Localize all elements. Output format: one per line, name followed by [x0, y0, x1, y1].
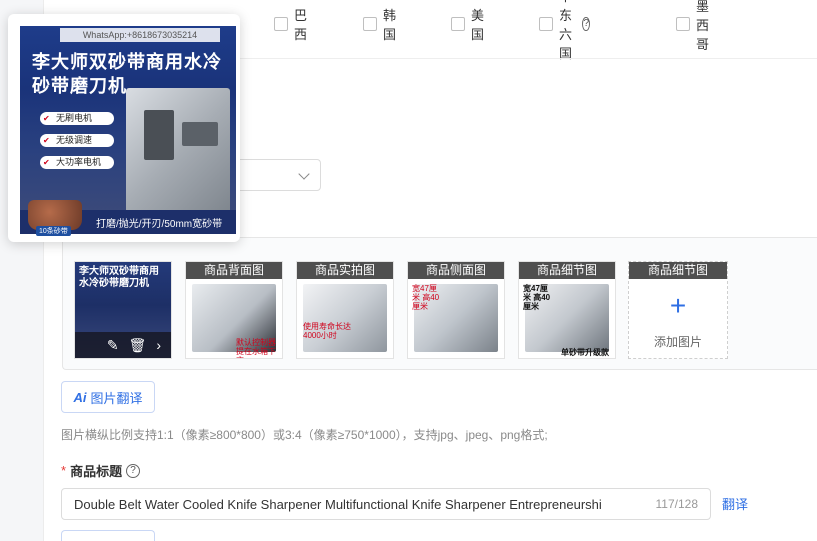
- country-option-korea[interactable]: 韩国: [363, 8, 396, 42]
- image-translate-label: 图片翻译: [90, 390, 143, 406]
- machine-part: [144, 110, 174, 160]
- thumb-note: 使用寿命长达4000小时: [303, 322, 351, 340]
- image-preview-popup: WhatsApp:+8618673035214 李大师双砂带商用水冷砂带磨刀机 …: [8, 14, 240, 242]
- ai-icon: Ai: [73, 389, 87, 405]
- chevron-right-icon[interactable]: ›: [156, 338, 161, 352]
- category-select[interactable]: [234, 159, 321, 191]
- badge-label: 10条砂带: [36, 226, 71, 236]
- product-title-label: * 商品标题 ?: [61, 461, 141, 480]
- checkbox[interactable]: [451, 17, 465, 31]
- plus-icon: +: [669, 290, 687, 321]
- feature-tag: 大功率电机: [40, 156, 114, 169]
- machine-part: [182, 122, 218, 146]
- field-label-text: 商品标题: [70, 464, 123, 479]
- thumb-caption: 商品侧面图: [408, 262, 504, 279]
- image-translate-button[interactable]: Ai 图片翻译: [61, 381, 155, 413]
- feature-tag: 无刷电机: [40, 112, 114, 125]
- poster-footer-text: 打磨/抛光/开刃/50mm宽砂带: [96, 219, 223, 230]
- thumb-caption: 商品细节图: [629, 262, 727, 279]
- country-option-middle-east[interactable]: 中东六国 ?: [539, 0, 591, 61]
- help-icon[interactable]: ?: [582, 17, 591, 31]
- country-option-mexico[interactable]: 墨西哥: [676, 0, 709, 52]
- machine-illustration: [126, 88, 230, 214]
- country-label: 墨西哥: [696, 0, 710, 52]
- main-image-thumb[interactable]: 李大师双砂带商用水冷砂带磨刀机 ✎ 🗑 ›: [74, 261, 172, 359]
- country-option-usa[interactable]: 美国: [451, 8, 484, 42]
- image-thumb[interactable]: 商品背面图 默认控制器 提在水箱下方: [185, 261, 283, 359]
- watermark: WhatsApp:+8618673035214: [60, 28, 220, 42]
- feature-tag: 无级调速: [40, 134, 114, 147]
- thumb-note: 宽47厘米 高40厘米: [412, 284, 440, 311]
- thumb-note: 宽47厘米 高40厘米: [523, 284, 551, 311]
- thumb-caption: 商品实拍图: [297, 262, 393, 279]
- product-image: [303, 284, 387, 352]
- translate-link[interactable]: 翻译: [722, 494, 748, 513]
- add-image-button[interactable]: 商品细节图 + 添加图片: [628, 261, 728, 359]
- country-label: 巴西: [294, 8, 308, 42]
- thumb-note: 默认控制器 提在水箱下方: [236, 338, 276, 358]
- thumb-badge: 单砂带升级款: [561, 348, 609, 357]
- trash-icon[interactable]: 🗑: [129, 338, 147, 352]
- partial-button[interactable]: [61, 530, 155, 541]
- country-label: 美国: [471, 8, 485, 42]
- thumb-caption: 商品细节图: [519, 262, 615, 279]
- add-image-label: 添加图片: [653, 335, 702, 349]
- country-option-brazil[interactable]: 巴西: [274, 8, 307, 42]
- required-mark: *: [61, 463, 67, 478]
- character-counter: 117/128: [655, 497, 699, 511]
- country-label: 韩国: [383, 8, 397, 42]
- image-thumb[interactable]: 商品细节图 宽47厘米 高40厘米 单砂带升级款: [518, 261, 616, 359]
- chevron-down-icon: [298, 168, 310, 180]
- checkbox[interactable]: [274, 17, 288, 31]
- product-title-value[interactable]: Double Belt Water Cooled Knife Sharpener…: [74, 497, 646, 512]
- image-thumb[interactable]: 商品侧面图 宽47厘米 高40厘米: [407, 261, 505, 359]
- country-label: 中东六国: [559, 0, 573, 61]
- checkbox[interactable]: [539, 17, 553, 31]
- edit-icon[interactable]: ✎: [107, 338, 119, 352]
- thumb-actions: ✎ 🗑 ›: [75, 332, 171, 358]
- thumb-title: 李大师双砂带商用水冷砂带磨刀机: [79, 266, 159, 289]
- checkbox[interactable]: [676, 17, 690, 31]
- image-thumb[interactable]: 商品实拍图 使用寿命长达4000小时: [296, 261, 394, 359]
- thumb-caption: 商品背面图: [186, 262, 282, 279]
- image-format-hint: 图片横纵比例支持1:1（像素≥800*800）或3:4（像素≥750*1000）…: [61, 428, 548, 442]
- poster-title: 李大师双砂带商用水冷砂带磨刀机: [32, 52, 222, 96]
- help-icon[interactable]: ?: [126, 463, 141, 478]
- product-title-input[interactable]: Double Belt Water Cooled Knife Sharpener…: [61, 488, 711, 520]
- checkbox[interactable]: [363, 17, 377, 31]
